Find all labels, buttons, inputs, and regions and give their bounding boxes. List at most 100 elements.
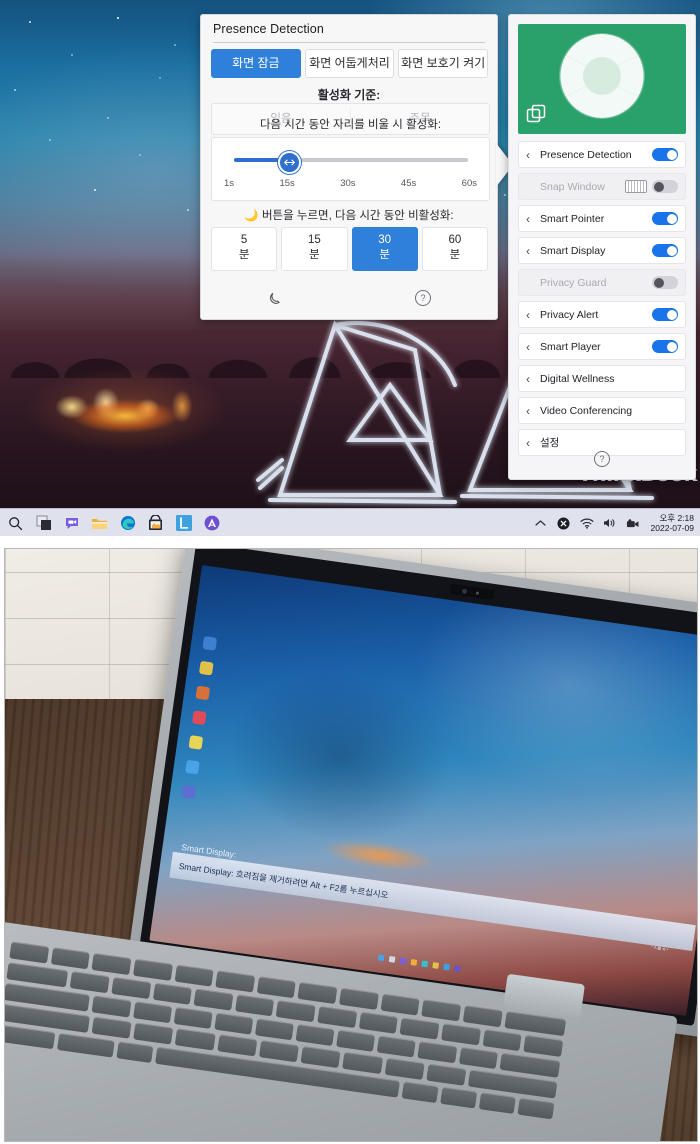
dock-icon-5 [188, 735, 204, 750]
snooze-15-unit: 분 [309, 249, 320, 261]
dock-icon-4 [191, 710, 207, 726]
search-icon [9, 516, 23, 530]
taskbar-item-edge[interactable] [118, 514, 137, 533]
feature-toggle[interactable] [652, 308, 678, 321]
wifi-icon [579, 518, 594, 529]
glance-hero-banner [518, 24, 686, 134]
screen-taskbar-icon-2 [389, 955, 397, 963]
feature-row-privacy-guard[interactable]: Privacy Guard [518, 269, 686, 296]
feature-toggle[interactable] [652, 340, 678, 353]
feature-label: Smart Player [540, 340, 601, 353]
feature-toggle[interactable] [652, 148, 678, 161]
tray-volume-icon[interactable] [603, 516, 617, 530]
slider-tick-1s: 1s [224, 178, 235, 189]
store-icon [149, 515, 162, 530]
snooze-moon-button[interactable] [201, 281, 349, 315]
feature-row-smart-pointer[interactable]: ‹ Smart Pointer [518, 205, 686, 232]
taskbar-item-task-view[interactable] [34, 514, 53, 533]
title-divider [213, 42, 485, 43]
mode-button-dim-screen[interactable]: 화면 어둡게처리 [304, 49, 395, 78]
taskbar-app-icons [0, 514, 221, 533]
feature-label: Video Conferencing [540, 404, 633, 417]
glance-icon [204, 515, 219, 531]
tray-wifi-icon[interactable] [579, 516, 594, 530]
wallpaper-campfire [30, 380, 220, 440]
snooze-30-unit: 분 [379, 249, 390, 261]
taskbar-item-lenovo-vantage[interactable] [174, 514, 193, 533]
mode-button-screensaver[interactable]: 화면 보호기 켜기 [398, 49, 489, 78]
resize-horizontal-icon [284, 159, 295, 166]
feature-label: Smart Pointer [540, 212, 605, 225]
screen-taskbar-icon-1 [378, 953, 386, 961]
chevron-left-icon: ‹ [526, 371, 530, 386]
snooze-60-value: 60 [448, 234, 462, 246]
taskbar-item-search[interactable] [6, 514, 25, 533]
clock-time: 오후 2:18 [659, 513, 694, 523]
snooze-15-min[interactable]: 15 분 [281, 227, 348, 271]
feature-row-privacy-alert[interactable]: ‹ Privacy Alert [518, 301, 686, 328]
edge-icon [120, 516, 135, 530]
mode-button-lock-screen[interactable]: 화면 잠금 [211, 49, 301, 78]
snooze-label-text: 버튼을 누르면, 다음 시간 동안 비활성화: [261, 210, 454, 222]
snooze-15-value: 15 [307, 234, 321, 246]
glance-feature-panel: ‹ Presence Detection Snap Window ‹ Smart… [508, 14, 696, 480]
feature-label: Snap Window [540, 180, 605, 193]
snooze-5-unit: 분 [238, 249, 250, 261]
slider-tick-labels: 1s 15s 30s 45s 60s [224, 178, 477, 189]
chevron-left-icon: ‹ [526, 435, 530, 450]
snooze-60-unit: 분 [449, 249, 461, 261]
glance-feature-list: ‹ Presence Detection Snap Window ‹ Smart… [518, 141, 686, 461]
feature-row-snap-window[interactable]: Snap Window [518, 173, 686, 200]
clock-date: 2022-07-09 [650, 523, 694, 533]
stacked-windows-icon [526, 104, 546, 123]
dock-icon-7 [181, 784, 197, 800]
feature-toggle[interactable] [652, 244, 678, 257]
slider-tick-30s: 30s [340, 178, 356, 189]
snooze-duration-group: 5 분 15 분 30 분 60 분 [211, 227, 488, 271]
slider-thumb[interactable] [278, 151, 301, 174]
task-view-icon [36, 515, 51, 530]
panel-help-button[interactable]: ? [349, 281, 497, 315]
chevron-left-icon: ‹ [526, 339, 530, 354]
taskbar-item-store[interactable] [146, 514, 165, 533]
system-tray: 오후 2:18 2022-07-09 [534, 509, 694, 536]
lenovo-vantage-icon [175, 515, 192, 531]
snooze-5-value: 5 [240, 234, 248, 246]
taskbar-clock[interactable]: 오후 2:18 2022-07-09 [651, 513, 694, 533]
tray-chevron-up-icon[interactable] [534, 516, 548, 530]
moon-outline-icon [270, 292, 280, 304]
feature-row-smart-display[interactable]: ‹ Smart Display [518, 237, 686, 264]
glance-help-button[interactable]: ? [509, 451, 695, 467]
presence-detection-panel: Presence Detection 화면 잠금 화면 어둡게처리 화면 보호기… [200, 14, 513, 320]
help-icon: ? [415, 290, 431, 306]
moon-icon: 🌙 [244, 210, 259, 222]
feature-toggle[interactable] [652, 180, 678, 193]
dock-icon-6 [185, 759, 200, 775]
dock-icon-3 [195, 685, 211, 701]
camera-icon [626, 518, 639, 527]
chat-icon [65, 518, 78, 529]
panel-title: Presence Detection [213, 22, 324, 36]
laptop-product-photo: Smart Display: Glance by Mirametrix Smar… [4, 548, 698, 1142]
feature-label: Smart Display [540, 244, 606, 257]
taskbar-item-glance[interactable] [202, 514, 221, 533]
feature-row-digital-wellness[interactable]: ‹ Digital Wellness [518, 365, 686, 392]
feature-row-smart-player[interactable]: ‹ Smart Player [518, 333, 686, 360]
tray-status-icon[interactable] [557, 516, 571, 530]
snooze-5-min[interactable]: 5 분 [211, 227, 278, 271]
snooze-60-min[interactable]: 60 분 [421, 227, 488, 271]
chevron-up-icon [535, 520, 546, 526]
snooze-30-min[interactable]: 30 분 [351, 227, 418, 271]
help-icon: ? [594, 451, 610, 467]
feature-label: Privacy Alert [540, 308, 599, 321]
dock-icon-1 [202, 636, 218, 651]
taskbar-item-file-explorer[interactable] [90, 514, 109, 533]
feature-row-presence-detection[interactable]: ‹ Presence Detection [518, 141, 686, 168]
keyboard-icon [625, 180, 647, 193]
feature-toggle[interactable] [652, 212, 678, 225]
taskbar-item-chat[interactable] [62, 514, 81, 533]
feature-row-video-conferencing[interactable]: ‹ Video Conferencing [518, 397, 686, 424]
screen-taskbar-icon-6 [432, 961, 440, 969]
feature-toggle[interactable] [652, 276, 678, 289]
tray-camera-icon[interactable] [626, 516, 640, 530]
